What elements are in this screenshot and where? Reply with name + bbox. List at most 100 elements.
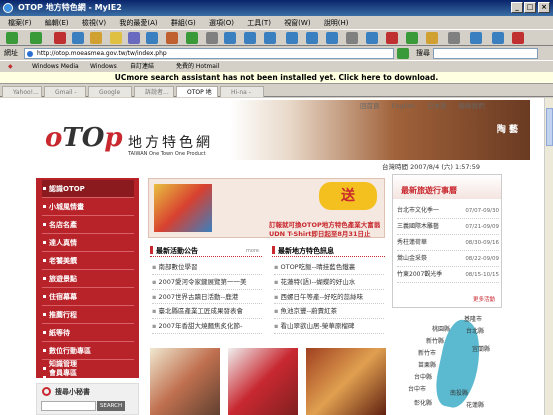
refresh-icon[interactable] <box>72 32 84 44</box>
specials-item[interactable]: 花蓮特(語)--蝴蝶的好山水 <box>274 275 384 290</box>
menu-edit[interactable]: 編輯(E) <box>45 19 69 27</box>
tab-otop[interactable]: OTOP 地方... <box>176 86 218 107</box>
map-label[interactable]: 台北縣 <box>466 326 484 335</box>
otop-logo[interactable]: oTOp <box>45 123 123 153</box>
leftnav-item[interactable]: 知識管理 <box>42 360 134 370</box>
travel-item[interactable]: 三義國際木雕藝 07/21-09/09 <box>397 219 499 235</box>
group-icon[interactable] <box>306 32 318 44</box>
map-label[interactable]: 台中市 <box>408 384 426 393</box>
news-item[interactable]: 南部數位學習 <box>152 260 262 275</box>
mail-icon[interactable] <box>166 32 178 44</box>
menu-options[interactable]: 選項(O) <box>209 19 234 27</box>
history-icon[interactable] <box>128 32 140 44</box>
mouse-gesture-icon[interactable] <box>426 32 438 44</box>
window-icon[interactable] <box>224 32 236 44</box>
nav-english[interactable]: English <box>392 102 415 110</box>
travel-item[interactable]: 秀柱蓮荷華 08/30-09/16 <box>397 235 499 251</box>
menu-favorites[interactable]: 我的最愛(A) <box>119 19 157 27</box>
map-label[interactable]: 彰化縣 <box>414 398 432 407</box>
specials-item[interactable]: 魚池京豐--蔚賣紅茶 <box>274 304 384 320</box>
menu-window[interactable]: 視窗(W) <box>284 19 310 27</box>
cascade-icon[interactable] <box>264 32 276 44</box>
specials-item[interactable]: OTOP吃飯--晴挂藍色鐵裏 <box>274 260 384 275</box>
leftnav-item[interactable]: 老饕美饌 <box>42 252 134 270</box>
leftnav-item[interactable]: 會員專區 <box>42 369 134 379</box>
minimize-button[interactable]: _ <box>511 2 523 13</box>
leftnav-item[interactable]: 名店名產 <box>42 216 134 234</box>
specials-item[interactable]: 看山翠欲山居-榮華原榴碑 <box>274 319 384 334</box>
leftnav-item[interactable]: 旅遊景點 <box>42 270 134 288</box>
map-label[interactable]: 基隆市 <box>464 314 482 323</box>
specials-item[interactable]: 西螺日午等產--好吃的蕊絲味 <box>274 290 384 305</box>
tab-hina[interactable]: Hi-na - Pu... <box>220 86 264 107</box>
nav-home[interactable]: 回首頁 <box>360 102 380 110</box>
options-icon[interactable] <box>448 32 460 44</box>
address-input[interactable]: http://otop.moeasmea.gov.tw/tw/index.php <box>24 48 394 59</box>
map-label[interactable]: 苗栗縣 <box>418 360 436 369</box>
infobar-ucmore[interactable]: UCmore search assistant has not been ins… <box>0 72 553 84</box>
favorites-icon[interactable] <box>110 32 122 44</box>
tab-icon[interactable] <box>286 32 298 44</box>
travel-more-link[interactable]: 更多活動 <box>473 295 495 303</box>
map-label[interactable]: 新竹縣 <box>426 336 444 345</box>
tab-4[interactable]: 訴說者... <box>134 86 174 97</box>
tab-google-reader[interactable]: Google R... <box>88 86 132 107</box>
site-search-input[interactable] <box>41 401 96 411</box>
search-input[interactable] <box>433 48 538 59</box>
map-label[interactable]: 花蓮縣 <box>466 400 484 409</box>
menu-help[interactable]: 說明(H) <box>324 19 349 27</box>
news-item[interactable]: 2007愛河令家鍵展覽第一一美 <box>152 275 262 290</box>
block-icon[interactable] <box>386 32 398 44</box>
proxy-icon[interactable] <box>366 32 378 44</box>
leftnav-item[interactable]: 小城風情畫 <box>42 198 134 216</box>
leftnav-item[interactable]: 認識OTOP <box>42 180 134 198</box>
nav-contact[interactable]: 聯絡我們 <box>459 102 485 110</box>
map-label[interactable]: 新竹市 <box>418 348 436 357</box>
leftnav-item[interactable]: 推薦行程 <box>42 306 134 324</box>
leftnav-item[interactable]: 住宿幕幕 <box>42 288 134 306</box>
map-label[interactable]: 南投縣 <box>450 388 468 397</box>
craft-photo[interactable] <box>306 348 386 415</box>
leftnav-item[interactable]: 達人真情 <box>42 234 134 252</box>
menu-tools[interactable]: 工具(T) <box>247 19 271 27</box>
news-item[interactable]: 2007世界古蹟日活動--鹿港 <box>152 290 262 305</box>
taiwan-map[interactable]: 基隆市 桃園縣 台北縣 新竹縣 新竹市 苗栗縣 台中縣 台中市 宜蘭縣 南投縣 … <box>392 310 502 415</box>
print-icon[interactable] <box>206 32 218 44</box>
travel-item[interactable]: 竹東2007觀光季 08/15-10/15 <box>397 267 499 283</box>
food-photo[interactable] <box>150 348 220 415</box>
travel-item[interactable]: 台北市文化季一 07/07-09/30 <box>397 203 499 219</box>
menu-view[interactable]: 檢視(V) <box>82 19 106 27</box>
gift-photo[interactable] <box>228 348 298 415</box>
go-icon[interactable] <box>397 48 409 59</box>
menu-file[interactable]: 檔案(F) <box>8 19 32 27</box>
news-more-link[interactable]: more <box>246 248 259 254</box>
tab-gmail[interactable]: Gmail - R... <box>44 86 86 107</box>
map-label[interactable]: 宜蘭縣 <box>472 344 490 353</box>
stop-icon[interactable] <box>54 32 66 44</box>
image-icon[interactable] <box>326 32 338 44</box>
close-all-icon[interactable] <box>512 32 524 44</box>
travel-item[interactable]: 鶯山金采祭 08/22-09/09 <box>397 251 499 267</box>
vertical-scrollbar[interactable] <box>544 98 553 415</box>
tab-yahoo[interactable]: Yahoo!... <box>2 86 42 97</box>
news-item[interactable]: 2007年香甜大燒麵焦炙化節- <box>152 319 262 334</box>
scroll-thumb[interactable] <box>546 108 553 146</box>
leftnav-item[interactable]: 紙等待 <box>42 324 134 342</box>
maximize-button[interactable]: □ <box>524 2 536 13</box>
home-icon[interactable] <box>90 32 102 44</box>
menu-group[interactable]: 群組(G) <box>171 19 196 27</box>
tile-icon[interactable] <box>244 32 256 44</box>
collector-icon[interactable] <box>406 32 418 44</box>
search-icon[interactable] <box>146 32 158 44</box>
leftnav-item[interactable]: 數位行動專區 <box>42 342 134 360</box>
nav-japanese[interactable]: 日本語 <box>427 102 447 110</box>
site-search-button[interactable]: SEARCH <box>97 401 125 411</box>
popup-icon[interactable] <box>346 32 358 44</box>
close-button[interactable]: × <box>538 2 550 13</box>
news-item[interactable]: 臺北縣區產業工匠成果發表會 <box>152 304 262 320</box>
forward-icon[interactable] <box>30 32 42 44</box>
promo-banner[interactable]: 送 訂報就可換OTOP地方特色產業大富翁 UDN T-Shirt即日起至8月31… <box>148 178 385 238</box>
map-label[interactable]: 桃園縣 <box>432 324 450 333</box>
map-label[interactable]: 台中縣 <box>414 372 432 381</box>
web-icon[interactable] <box>186 32 198 44</box>
